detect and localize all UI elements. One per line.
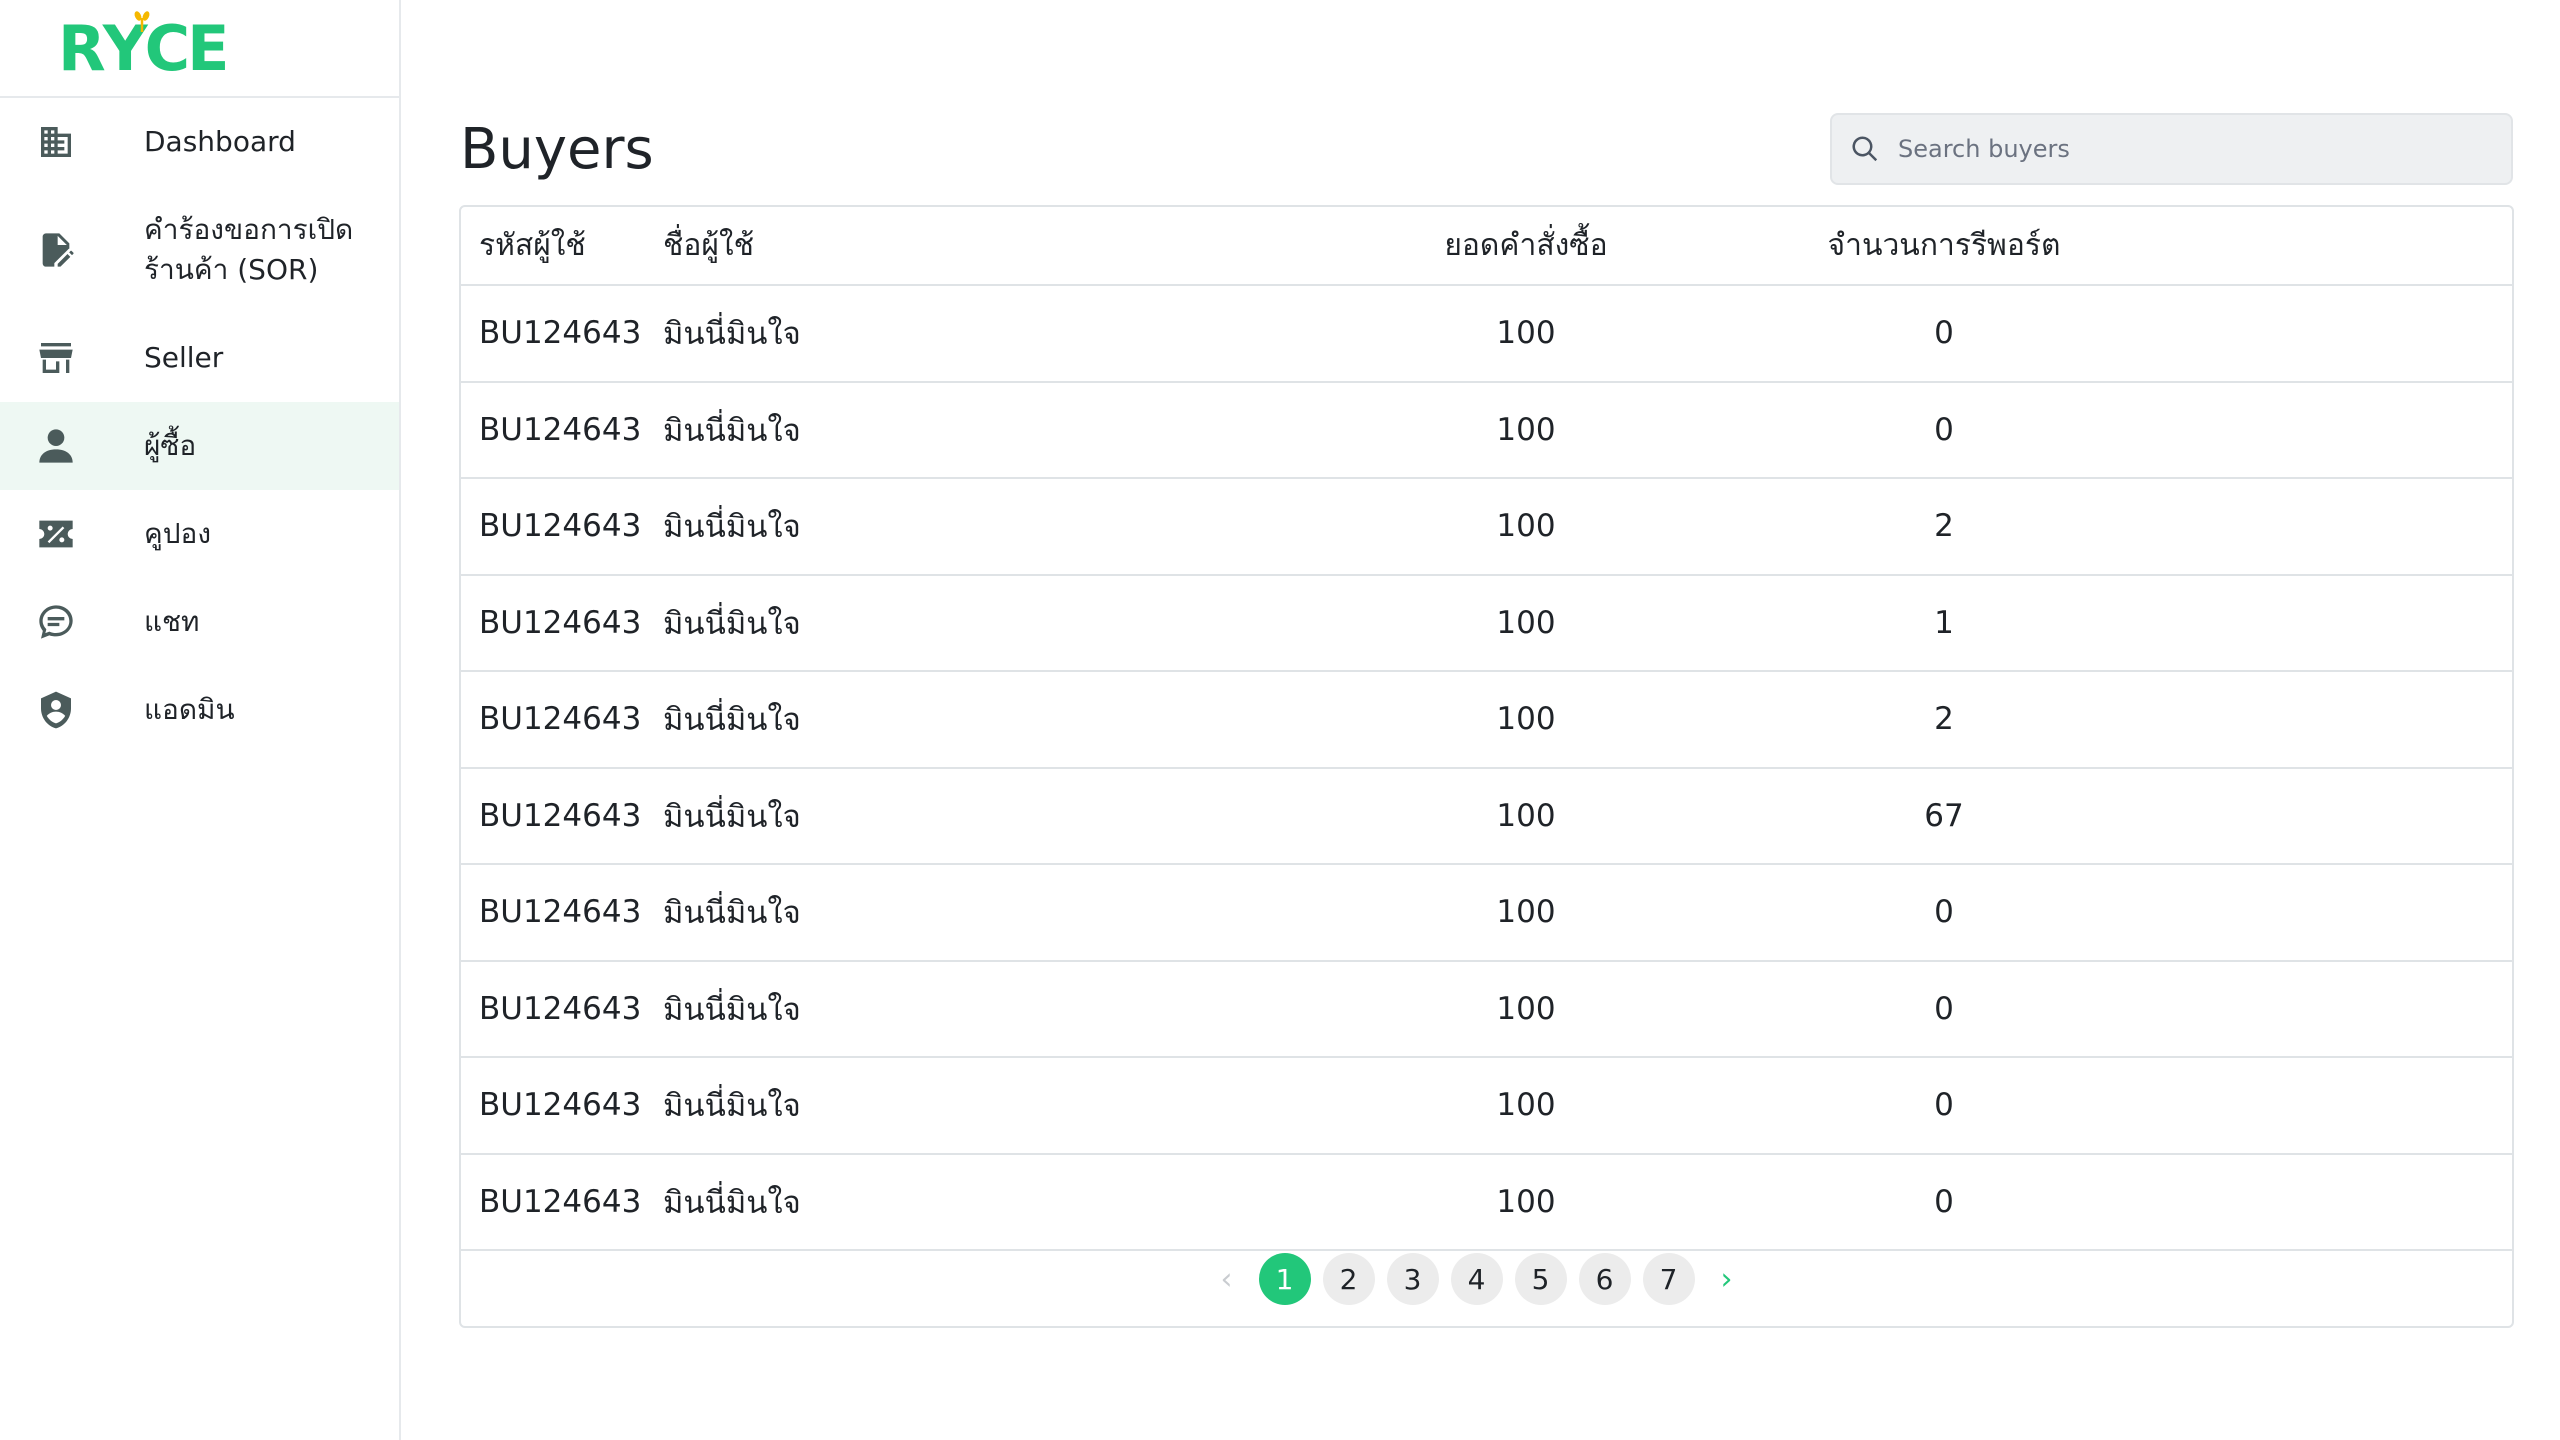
page-button-4[interactable]: 4	[1450, 1253, 1503, 1305]
page-button-3[interactable]: 3	[1386, 1253, 1439, 1305]
cell-reports: 2	[1934, 701, 1954, 738]
search-icon	[1852, 136, 1878, 162]
cell-buyer-name: มินนี่มินใจ	[663, 991, 801, 1028]
page-title: Buyers	[460, 117, 654, 182]
sidebar: R Y CE Dashboard คำร้องขอการเปิดร้านค้า …	[0, 0, 401, 1440]
logo-area: R Y CE	[0, 0, 399, 98]
table-header: รหัสผู้ใช้ ชื่อผู้ใช้ ยอดคำสั่งซื้อ จำนว…	[461, 207, 2512, 286]
cell-buyer-name: มินนี่มินใจ	[663, 895, 801, 932]
sidebar-item-coupons[interactable]: คูปอง	[0, 490, 399, 578]
sidebar-item-seller[interactable]: Seller	[0, 314, 399, 402]
page-button-7[interactable]: 7	[1642, 1253, 1695, 1305]
cell-buyer-id: BU124643	[479, 701, 642, 738]
file-edit-icon	[34, 228, 78, 272]
cell-buyer-id: BU124643	[479, 604, 642, 641]
cell-orders: 100	[1496, 894, 1556, 931]
page-button-1[interactable]: 1	[1258, 1253, 1311, 1305]
cell-buyer-id: BU124643	[479, 1087, 642, 1124]
table-body: BU124643 มินนี่มินใจ 100 0 BU124643 มินน…	[461, 286, 2512, 1251]
column-header-reports[interactable]: จำนวนการรีพอร์ต	[1643, 222, 2133, 269]
search-box[interactable]	[1830, 113, 2513, 185]
sidebar-item-label: ผู้ซื้อ	[144, 429, 197, 462]
sidebar-item-label: Dashboard	[144, 125, 296, 158]
table-row[interactable]: BU124643 มินนี่มินใจ 100 0	[461, 865, 2512, 962]
page-button-6[interactable]: 6	[1578, 1253, 1631, 1305]
main-content: Buyers รหัสผู้ใช้ ชื่อผู้ใช้ ยอดคำสั่งซื…	[403, 0, 2560, 1440]
cell-buyer-id: BU124643	[479, 1183, 642, 1220]
sidebar-item-buyers[interactable]: ผู้ซื้อ	[0, 402, 399, 490]
cell-reports: 0	[1934, 990, 1954, 1027]
cell-buyer-name: มินนี่มินใจ	[663, 702, 801, 739]
cell-orders: 100	[1496, 1087, 1556, 1124]
prev-page-button[interactable]: ‹	[1207, 1254, 1247, 1304]
cell-buyer-id: BU124643	[479, 411, 642, 448]
table-row[interactable]: BU124643 มินนี่มินใจ 100 0	[461, 1058, 2512, 1155]
cell-orders: 100	[1496, 1183, 1556, 1220]
buyers-table: รหัสผู้ใช้ ชื่อผู้ใช้ ยอดคำสั่งซื้อ จำนว…	[459, 205, 2514, 1328]
cell-buyer-name: มินนี่มินใจ	[663, 509, 801, 546]
column-header-id[interactable]: รหัสผู้ใช้	[461, 222, 663, 269]
cell-reports: 67	[1924, 797, 1964, 834]
pagination: ‹ 1 2 3 4 5 6 7 ›	[461, 1253, 2512, 1305]
sidebar-item-label: คำร้องขอการเปิดร้านค้า (SOR)	[144, 213, 354, 286]
shield-user-icon	[34, 688, 78, 732]
cell-reports: 2	[1934, 508, 1954, 545]
table-row[interactable]: BU124643 มินนี่มินใจ 100 2	[461, 672, 2512, 769]
sidebar-item-admin[interactable]: แอดมิน	[0, 666, 399, 754]
table-row[interactable]: BU124643 มินนี่มินใจ 100 0	[461, 962, 2512, 1058]
sidebar-item-label: คูปอง	[144, 517, 211, 550]
next-page-button[interactable]: ›	[1707, 1254, 1747, 1304]
sidebar-item-chat[interactable]: แชท	[0, 578, 399, 666]
cell-orders: 100	[1496, 797, 1556, 834]
sidebar-item-label: Seller	[144, 341, 224, 374]
column-header-orders[interactable]: ยอดคำสั่งซื้อ	[1409, 222, 1643, 269]
page-button-5[interactable]: 5	[1514, 1253, 1567, 1305]
cell-reports: 0	[1934, 894, 1954, 931]
column-header-name[interactable]: ชื่อผู้ใช้	[663, 222, 1409, 269]
sidebar-item-label: แอดมิน	[144, 693, 235, 726]
cell-reports: 0	[1934, 315, 1954, 352]
table-row[interactable]: BU124643 มินนี่มินใจ 100 0	[461, 286, 2512, 383]
cell-reports: 0	[1934, 1087, 1954, 1124]
cell-orders: 100	[1496, 701, 1556, 738]
cell-reports: 0	[1934, 1183, 1954, 1220]
sidebar-item-sor[interactable]: คำร้องขอการเปิดร้านค้า (SOR)	[0, 186, 399, 314]
search-input[interactable]	[1898, 135, 2458, 163]
cell-buyer-id: BU124643	[479, 508, 642, 545]
wheat-icon	[134, 10, 150, 32]
ryce-logo[interactable]: R Y CE	[58, 10, 230, 85]
cell-orders: 100	[1496, 604, 1556, 641]
cell-buyer-id: BU124643	[479, 990, 642, 1027]
user-icon	[34, 424, 78, 468]
cell-buyer-id: BU124643	[479, 894, 642, 931]
sidebar-item-dashboard[interactable]: Dashboard	[0, 98, 399, 186]
cell-buyer-name: มินนี่มินใจ	[663, 798, 801, 835]
sidebar-nav: Dashboard คำร้องขอการเปิดร้านค้า (SOR) S…	[0, 98, 399, 754]
cell-buyer-name: มินนี่มินใจ	[663, 1088, 801, 1125]
cell-buyer-name: มินนี่มินใจ	[663, 412, 801, 449]
table-row[interactable]: BU124643 มินนี่มินใจ 100 0	[461, 383, 2512, 479]
cell-buyer-name: มินนี่มินใจ	[663, 1184, 801, 1221]
table-row[interactable]: BU124643 มินนี่มินใจ 100 1	[461, 576, 2512, 672]
table-row[interactable]: BU124643 มินนี่มินใจ 100 2	[461, 479, 2512, 576]
cell-reports: 0	[1934, 411, 1954, 448]
cell-orders: 100	[1496, 508, 1556, 545]
cell-orders: 100	[1496, 990, 1556, 1027]
cell-buyer-id: BU124643	[479, 797, 642, 834]
page-button-2[interactable]: 2	[1322, 1253, 1375, 1305]
coupon-icon	[34, 512, 78, 556]
store-icon	[34, 336, 78, 380]
cell-buyer-name: มินนี่มินใจ	[663, 316, 801, 353]
sidebar-item-label: แชท	[144, 605, 200, 638]
cell-buyer-name: มินนี่มินใจ	[663, 605, 801, 642]
cell-reports: 1	[1934, 604, 1954, 641]
building-icon	[34, 120, 78, 164]
chat-icon	[34, 600, 78, 644]
cell-buyer-id: BU124643	[479, 315, 642, 352]
cell-orders: 100	[1496, 411, 1556, 448]
table-row[interactable]: BU124643 มินนี่มินใจ 100 0	[461, 1155, 2512, 1251]
cell-orders: 100	[1496, 315, 1556, 352]
table-row[interactable]: BU124643 มินนี่มินใจ 100 67	[461, 769, 2512, 865]
